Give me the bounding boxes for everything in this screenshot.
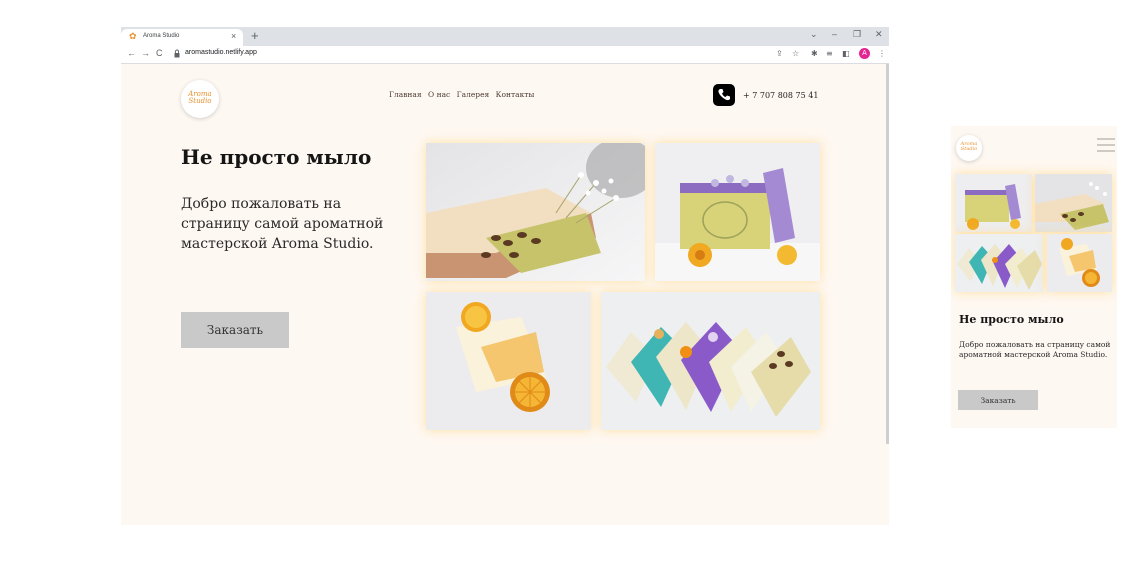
tab-close-icon[interactable]: × — [231, 31, 236, 41]
minimize-icon[interactable]: – — [832, 29, 837, 39]
restore-icon[interactable]: ❐ — [853, 29, 861, 40]
scrollbar[interactable] — [886, 64, 889, 444]
share-icon[interactable]: ⇪ — [776, 49, 783, 59]
favicon-icon: ✿ — [129, 32, 137, 42]
logo-line: Studio — [960, 146, 978, 152]
back-icon[interactable]: ← — [127, 48, 136, 58]
soap-photo — [955, 234, 1043, 292]
logo-line: Studio — [188, 97, 212, 105]
soap-photo — [655, 143, 820, 281]
soap-photo — [1035, 174, 1112, 232]
soap-photo — [426, 292, 591, 430]
tab-strip: ✿ Aroma Studio × + ⌄ – ❐ ✕ — [121, 27, 889, 46]
side-panel-icon[interactable]: ◧ — [842, 49, 850, 59]
hero-lead: Добро пожаловать на страницу самой арома… — [959, 340, 1111, 359]
nav-item-contacts[interactable]: Контакты — [496, 90, 535, 99]
browser-tab[interactable]: ✿ Aroma Studio × — [121, 29, 243, 46]
nav-item-gallery[interactable]: Галерея — [457, 90, 490, 99]
reload-icon[interactable]: C — [156, 48, 163, 58]
nav-item-about[interactable]: О нас — [428, 90, 450, 99]
phone-number[interactable]: + 7 707 808 75 41 — [743, 91, 818, 100]
new-tab-button[interactable]: + — [251, 28, 259, 43]
soap-photo — [601, 292, 820, 430]
hamburger-menu-icon[interactable] — [1097, 138, 1115, 152]
hero-title: Не просто мыло — [959, 313, 1064, 326]
menu-kebab-icon[interactable]: ⋮ — [878, 49, 886, 59]
soap-photo — [955, 174, 1032, 232]
toolbar: ← → C aromastudio.netlify.app ⇪ ☆ ✱ ≡ ◧ … — [121, 46, 889, 64]
phone-icon[interactable] — [713, 84, 735, 106]
main-nav: Главная О нас Галерея Контакты — [389, 90, 538, 99]
hero-lead: Добро пожаловать на страницу самой арома… — [181, 196, 384, 252]
close-window-icon[interactable]: ✕ — [875, 29, 883, 40]
address-bar[interactable]: aromastudio.netlify.app — [171, 48, 771, 60]
order-button[interactable]: Заказать — [958, 390, 1038, 410]
browser-window: ✿ Aroma Studio × + ⌄ – ❐ ✕ ← → C aromast… — [121, 27, 889, 525]
nav-item-home[interactable]: Главная — [389, 90, 422, 99]
soap-photo — [426, 143, 645, 281]
desktop-page: Aroma Studio Главная О нас Галерея Конта… — [121, 64, 889, 525]
lock-icon — [174, 49, 180, 58]
reading-list-icon[interactable]: ≡ — [826, 49, 833, 59]
logo[interactable]: Aroma Studio — [956, 135, 982, 161]
tab-search-icon[interactable]: ⌄ — [810, 29, 818, 40]
soap-photo — [1047, 234, 1112, 292]
bookmark-star-icon[interactable]: ☆ — [792, 49, 799, 59]
hero-title: Не просто мыло — [181, 145, 372, 169]
url-text: aromastudio.netlify.app — [185, 49, 257, 56]
tab-title: Aroma Studio — [143, 33, 180, 39]
profile-avatar[interactable]: A — [859, 48, 870, 59]
order-button[interactable]: Заказать — [181, 312, 289, 348]
forward-icon[interactable]: → — [141, 48, 150, 58]
extensions-icon[interactable]: ✱ — [811, 49, 818, 59]
mobile-page: Aroma Studio Не просто мыло Добро пожало… — [951, 126, 1117, 428]
logo[interactable]: Aroma Studio — [181, 80, 219, 118]
